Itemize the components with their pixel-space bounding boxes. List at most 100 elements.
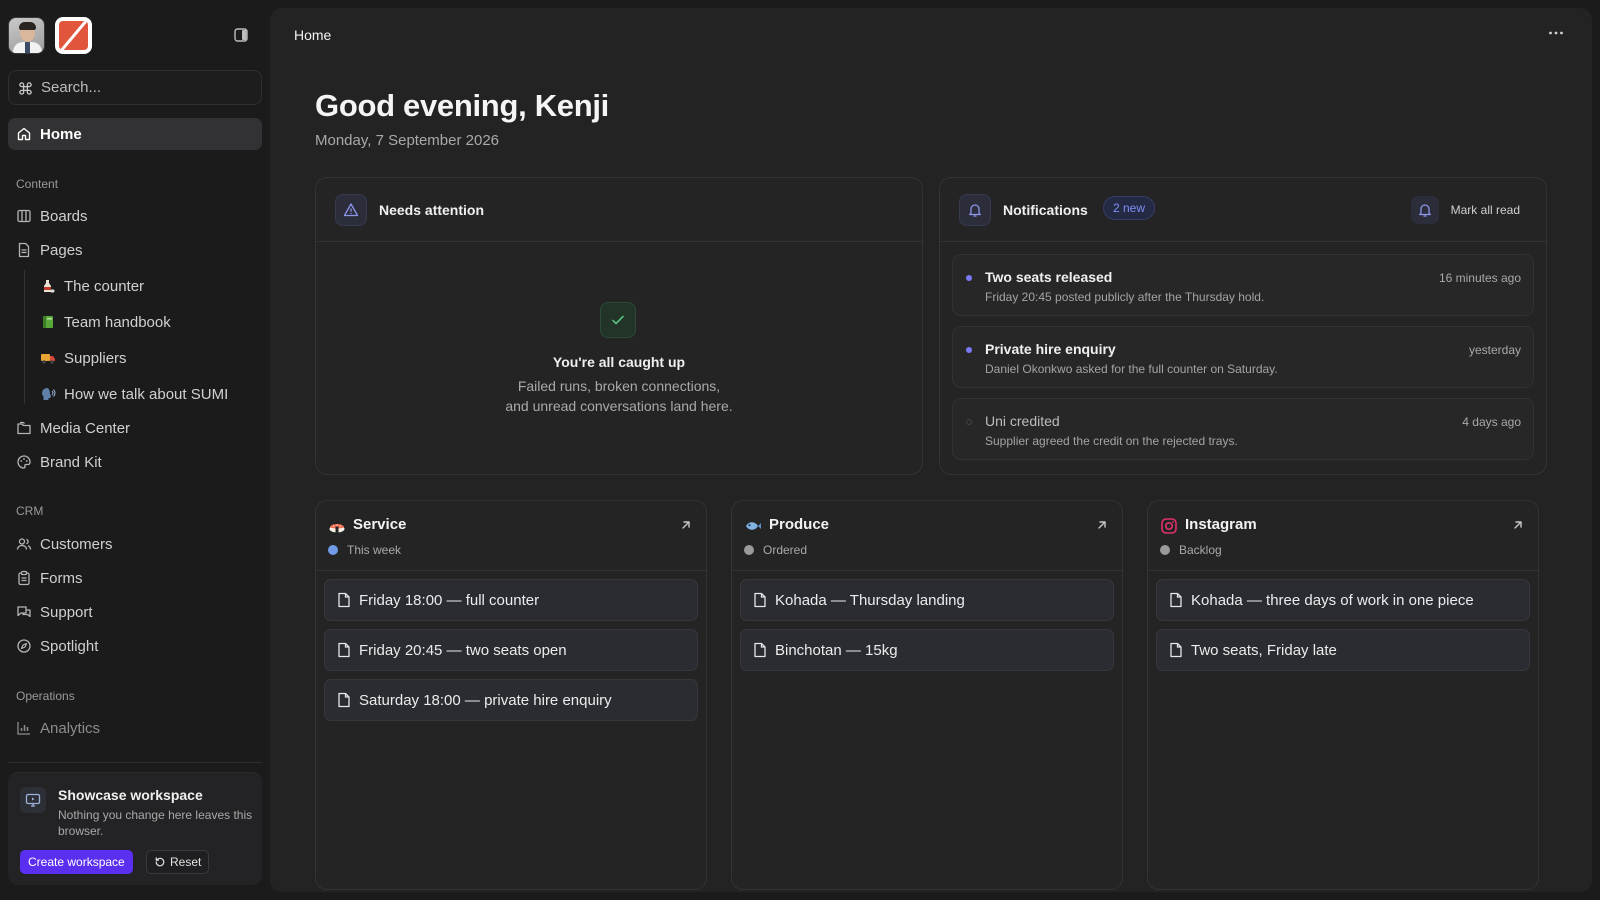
reset-button[interactable]: Reset <box>146 850 210 874</box>
messages-icon <box>16 604 32 620</box>
sidebar: Home Content Boards Pages The counter Te… <box>0 0 270 900</box>
search-box[interactable] <box>8 70 262 105</box>
compass-icon <box>16 638 32 654</box>
breadcrumb: Home <box>294 27 332 43</box>
sidebar-item-label: Analytics <box>40 719 101 737</box>
section-label-content: Content <box>16 177 59 191</box>
sidebar-item-label: Support <box>40 603 93 621</box>
sidebar-item-label: Suppliers <box>64 349 127 367</box>
panel-header: Notifications 2 new Mark all read <box>940 178 1546 242</box>
sidebar-item-label: The counter <box>64 277 145 295</box>
board-title[interactable]: Service <box>353 516 406 533</box>
sidebar-item-label: Team handbook <box>64 313 171 331</box>
sidebar-page-suppliers[interactable]: Suppliers <box>8 342 262 374</box>
document-icon <box>754 592 766 608</box>
section-label-crm: CRM <box>16 504 44 518</box>
board-card[interactable]: Saturday 18:00 — private hire enquiry <box>324 679 698 721</box>
sake-bottle-icon <box>40 278 56 294</box>
user-avatar[interactable] <box>8 17 45 54</box>
sidebar-item-spotlight[interactable]: Spotlight <box>8 630 262 662</box>
sidebar-page-team-handbook[interactable]: Team handbook <box>8 306 262 338</box>
status-dot <box>328 545 338 555</box>
file-text-icon <box>16 242 32 258</box>
sidebar-toggle-icon[interactable] <box>233 27 249 43</box>
section-label-operations: Operations <box>16 689 75 703</box>
document-icon <box>1170 592 1182 608</box>
document-icon <box>754 642 766 658</box>
board-produce: Produce Ordered Kohada — Thursday landin… <box>731 500 1123 890</box>
sidebar-item-analytics[interactable]: Analytics <box>8 712 262 744</box>
notification-title: Uni credited <box>985 413 1060 429</box>
sidebar-item-customers[interactable]: Customers <box>8 528 262 560</box>
open-arrow-icon[interactable] <box>1512 519 1524 531</box>
sushi-icon <box>328 517 346 535</box>
document-icon <box>338 592 350 608</box>
sidebar-item-label: How we talk about SUMI <box>64 385 229 403</box>
panel-title: Needs attention <box>379 202 485 218</box>
card-title: Kohada — Thursday landing <box>775 591 965 609</box>
board-service: Service This week Friday 18:00 — full co… <box>315 500 707 890</box>
sidebar-item-boards[interactable]: Boards <box>8 200 262 232</box>
board-card[interactable]: Two seats, Friday late <box>1156 629 1530 671</box>
mark-all-read-button[interactable]: Mark all read <box>1410 194 1520 226</box>
notification-item[interactable]: Private hire enquiry Daniel Okonkwo aske… <box>952 326 1534 388</box>
board-card[interactable]: Friday 20:45 — two seats open <box>324 629 698 671</box>
notification-title: Two seats released <box>985 269 1113 285</box>
sidebar-page-how-we-talk[interactable]: How we talk about SUMI <box>8 378 262 410</box>
sidebar-item-label: Media Center <box>40 419 131 437</box>
board-card[interactable]: Kohada — Thursday landing <box>740 579 1114 621</box>
search-input[interactable] <box>41 71 251 104</box>
sidebar-item-brand-kit[interactable]: Brand Kit <box>8 446 262 478</box>
empty-state-line: Failed runs, broken connections, <box>517 378 721 394</box>
board-card[interactable]: Binchotan — 15kg <box>740 629 1114 671</box>
instagram-icon <box>1160 517 1178 535</box>
notification-title: Private hire enquiry <box>985 341 1116 357</box>
open-arrow-icon[interactable] <box>680 519 692 531</box>
sidebar-item-home[interactable]: Home <box>8 118 262 150</box>
sidebar-item-pages[interactable]: Pages <box>8 234 262 266</box>
board-status: Backlog <box>1160 543 1222 557</box>
sidebar-divider <box>8 762 262 763</box>
notification-time: 16 minutes ago <box>1438 271 1521 285</box>
clipboard-icon <box>16 570 32 586</box>
board-instagram: Instagram Backlog Kohada — three days of… <box>1147 500 1539 890</box>
more-options-icon[interactable] <box>1548 30 1564 36</box>
card-title: Friday 20:45 — two seats open <box>359 641 567 659</box>
create-workspace-button[interactable]: Create workspace <box>20 850 133 874</box>
users-icon <box>16 536 32 552</box>
new-count-badge: 2 new <box>1103 196 1156 220</box>
workspace-logo[interactable] <box>55 17 92 54</box>
sidebar-item-media-center[interactable]: Media Center <box>8 412 262 444</box>
notification-time: 4 days ago <box>1462 415 1521 429</box>
empty-state-title: You're all caught up <box>552 354 686 370</box>
sidebar-item-forms[interactable]: Forms <box>8 562 262 594</box>
status-dot <box>1160 545 1170 555</box>
open-arrow-icon[interactable] <box>1096 519 1108 531</box>
notification-description: Friday 20:45 posted publicly after the T… <box>985 290 1265 304</box>
unread-dot <box>966 275 972 281</box>
sidebar-item-label: Forms <box>40 569 83 587</box>
sidebar-page-the-counter[interactable]: The counter <box>8 270 262 302</box>
monitor-icon <box>20 787 46 813</box>
board-card[interactable]: Friday 18:00 — full counter <box>324 579 698 621</box>
board-status-label: Ordered <box>763 543 808 557</box>
command-icon <box>18 81 33 96</box>
palette-icon <box>16 454 32 470</box>
document-icon <box>338 692 350 708</box>
notification-item[interactable]: Two seats released Friday 20:45 posted p… <box>952 254 1534 316</box>
bar-chart-icon <box>16 720 32 736</box>
board-status-label: This week <box>347 543 402 557</box>
home-icon <box>16 126 32 142</box>
reset-icon <box>155 857 165 867</box>
board-card[interactable]: Kohada — three days of work in one piece <box>1156 579 1530 621</box>
sidebar-item-label: Home <box>40 125 82 143</box>
unread-dot <box>966 347 972 353</box>
delivery-truck-icon <box>40 350 56 366</box>
sidebar-item-support[interactable]: Support <box>8 596 262 628</box>
empty-state-line: and unread conversations land here. <box>505 398 733 414</box>
card-title: Two seats, Friday late <box>1191 641 1337 659</box>
main-content: Home Good evening, Kenji Monday, 7 Septe… <box>270 8 1592 892</box>
board-title[interactable]: Produce <box>769 516 829 533</box>
notification-item[interactable]: Uni credited Supplier agreed the credit … <box>952 398 1534 460</box>
board-title[interactable]: Instagram <box>1185 516 1257 533</box>
